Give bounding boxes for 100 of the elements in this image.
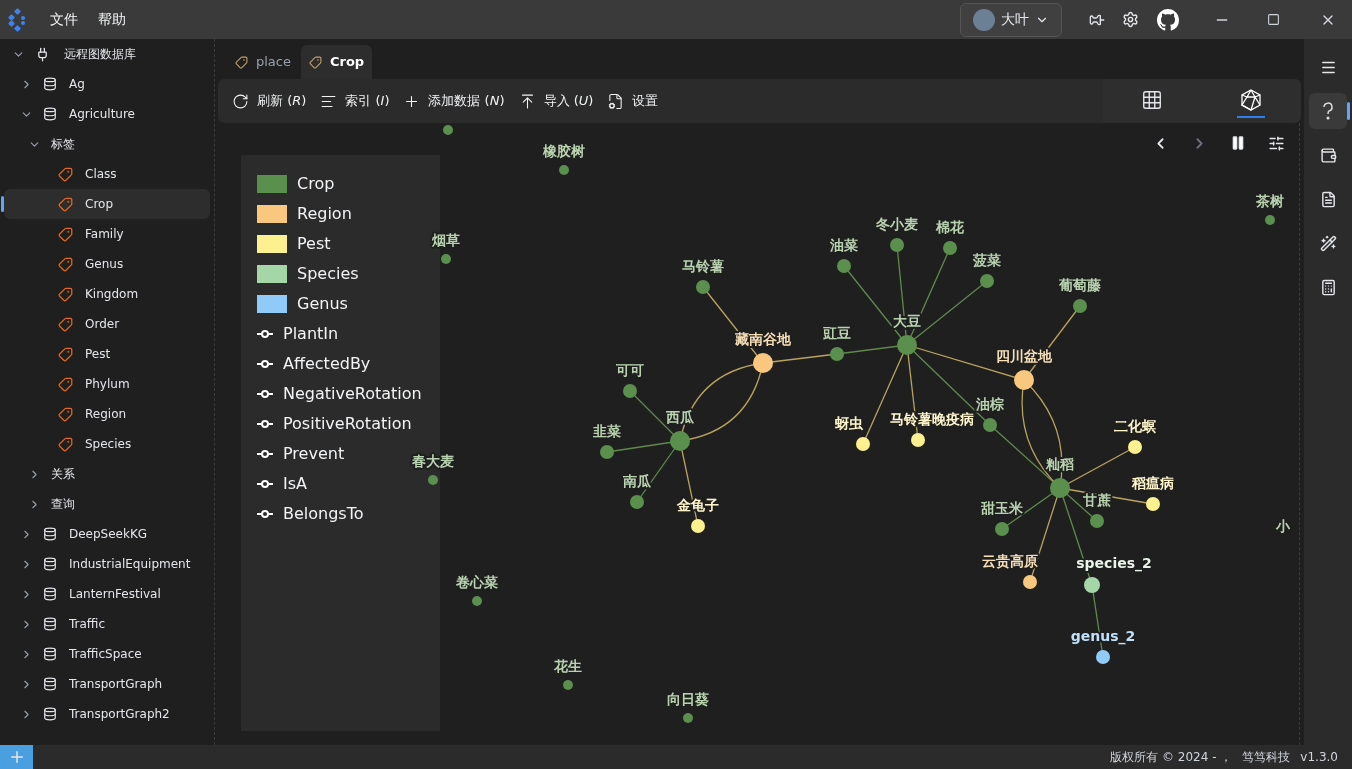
legend-label: Prevent <box>283 443 345 465</box>
tab[interactable]: Crop <box>301 45 373 79</box>
tree-label: Phylum <box>85 376 130 393</box>
tree-item[interactable]: 标签 <box>4 129 210 159</box>
tree-label: LanternFestival <box>69 586 161 603</box>
tree-item[interactable]: Family <box>4 219 210 249</box>
tree-item[interactable]: Species <box>4 429 210 459</box>
tag-icon <box>58 196 73 212</box>
toolbar-button[interactable]: 索引 (I) <box>320 91 390 111</box>
node-label: 棉花 <box>936 219 964 235</box>
tree-label: Ag <box>69 76 85 93</box>
help-icon <box>1322 102 1334 120</box>
tree-label: TransportGraph2 <box>69 706 170 723</box>
toolbar-button[interactable]: 导入 (U) <box>518 91 594 111</box>
tree-item[interactable]: Phylum <box>4 369 210 399</box>
tree-label: Order <box>85 316 120 333</box>
edge-icon <box>257 449 273 459</box>
tree-item[interactable]: 查询 <box>4 489 210 519</box>
sliders-icon[interactable] <box>1268 135 1285 152</box>
grid-icon <box>1141 89 1163 111</box>
tag-icon <box>58 346 73 362</box>
rail-button[interactable] <box>1309 93 1347 129</box>
tree-label: Region <box>85 406 127 423</box>
github-icon[interactable] <box>1157 8 1179 31</box>
node-label: genus_2 <box>1070 628 1136 644</box>
node-label: 春大麦 <box>412 453 454 469</box>
pause-icon[interactable] <box>1230 135 1246 151</box>
user-button[interactable]: 大叶 <box>960 2 1062 37</box>
toolbar-button[interactable]: 添加数据 (N) <box>403 91 505 111</box>
tree-label: TrafficSpace <box>69 646 142 663</box>
maximize-icon[interactable] <box>1267 13 1280 26</box>
database-icon <box>43 707 57 721</box>
legend-label: AffectedBy <box>283 353 371 375</box>
toolbar-button[interactable]: 设置 <box>607 91 659 111</box>
database-icon <box>43 527 57 541</box>
node-label: 甘蔗 <box>1083 492 1111 508</box>
legend-label: Species <box>297 263 359 285</box>
database-icon <box>43 587 57 601</box>
tab[interactable]: place <box>227 45 299 79</box>
tag-icon <box>58 406 73 422</box>
legend-label: Region <box>297 203 352 225</box>
tree-item[interactable]: 远程图数据库 <box>4 39 210 69</box>
tree-label: Traffic <box>69 616 106 633</box>
node-label: 可可 <box>616 362 644 378</box>
node-label: 大豆 <box>893 313 921 329</box>
node-label: 油菜 <box>830 237 858 253</box>
copyright-text: 版权所有 © 2024 - ， <box>1110 749 1233 766</box>
legend-label: Crop <box>297 173 335 195</box>
tree-item[interactable]: Order <box>4 309 210 339</box>
node-label: 油棕 <box>976 396 1004 412</box>
avatar <box>973 8 995 31</box>
legend-label: IsA <box>283 473 307 495</box>
tag-icon <box>58 436 73 452</box>
toolbar-button[interactable]: 刷新 (R) <box>232 91 307 111</box>
tree-item[interactable]: IndustrialEquipment <box>4 549 210 579</box>
tag-icon <box>235 55 248 69</box>
edge-icon <box>257 509 273 519</box>
node-label: 二化螟 <box>1114 418 1156 434</box>
database-icon <box>43 677 57 691</box>
polyhedron-icon <box>1239 88 1263 112</box>
tree-item[interactable]: Kingdom <box>4 279 210 309</box>
tree-item[interactable]: Genus <box>4 249 210 279</box>
tree-item[interactable]: Traffic <box>4 609 210 639</box>
legend-label: BelongsTo <box>283 503 364 525</box>
document-icon <box>1319 190 1337 208</box>
settings-icon[interactable] <box>1122 11 1139 28</box>
tree-label: Genus <box>85 256 124 273</box>
legend-label: Genus <box>297 293 348 315</box>
tree-label: 查询 <box>51 496 75 513</box>
node-label: 小 <box>1276 518 1290 534</box>
tree-item[interactable]: Class <box>4 159 210 189</box>
tree-item[interactable]: Region <box>4 399 210 429</box>
menu-item[interactable]: 帮助 <box>98 9 126 30</box>
tree-item[interactable]: TrafficSpace <box>4 639 210 669</box>
node-label: 花生 <box>554 658 582 674</box>
tag-icon <box>58 316 73 332</box>
legend-label: Pest <box>297 233 331 255</box>
node-label: 葡萄藤 <box>1059 277 1101 293</box>
tree-label: Family <box>85 226 124 243</box>
menu-item[interactable]: 文件 <box>50 9 78 30</box>
tree-label: Kingdom <box>85 286 139 303</box>
tree-item[interactable]: Ag <box>4 69 210 99</box>
node-label: 菠菜 <box>973 252 1001 268</box>
selection-indicator <box>1347 102 1350 120</box>
tree-label: Pest <box>85 346 111 363</box>
selection-indicator <box>1 196 4 212</box>
tree-item[interactable]: Crop <box>4 189 210 219</box>
tree-item[interactable]: Pest <box>4 339 210 369</box>
tree-item[interactable]: TransportGraph2 <box>4 699 210 729</box>
tree-label: 关系 <box>51 466 75 483</box>
edge-icon <box>257 329 273 339</box>
tree-item[interactable]: Agriculture <box>4 99 210 129</box>
edge-icon <box>257 359 273 369</box>
tree-item[interactable]: 关系 <box>4 459 210 489</box>
tag-icon <box>309 55 322 69</box>
tree-item[interactable]: DeepSeekKG <box>4 519 210 549</box>
legend-label: PlantIn <box>283 323 339 345</box>
tree-label: Species <box>85 436 132 453</box>
tree-item[interactable]: LanternFestival <box>4 579 210 609</box>
tree-item[interactable]: TransportGraph <box>4 669 210 699</box>
